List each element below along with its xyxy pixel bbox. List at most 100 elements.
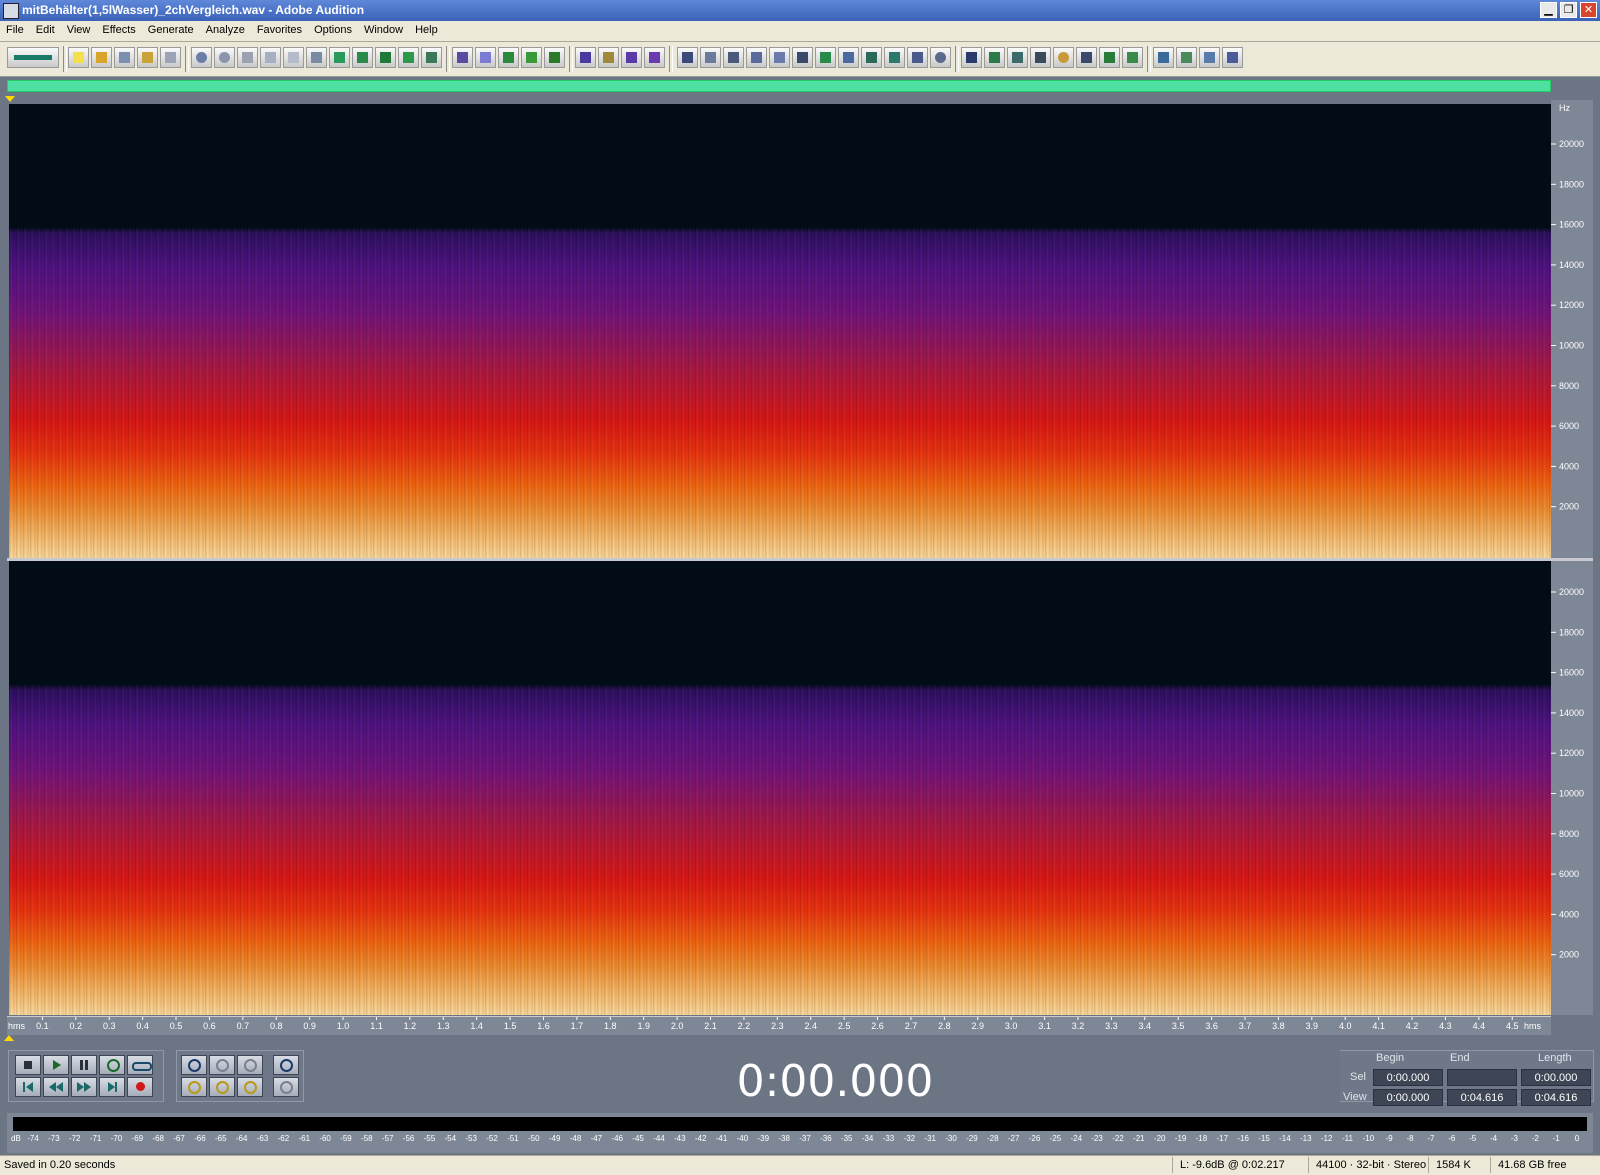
effects-paintbrush-icon[interactable] [621,47,642,68]
zoom-selection-icon[interactable] [421,47,442,68]
minimize-button[interactable]: ▁ [1540,2,1557,18]
copy-icon[interactable] [283,47,304,68]
view-length-field[interactable]: 0:04.616 [1521,1089,1591,1106]
close-button[interactable]: ✕ [1580,2,1597,18]
pause-button[interactable] [71,1055,97,1075]
spectral-phase-icon[interactable] [521,47,542,68]
grid-icon[interactable] [1122,47,1143,68]
app-icon[interactable] [3,3,19,19]
zoom-right-icon[interactable] [209,1077,235,1097]
menu-options[interactable]: Options [308,21,358,36]
cd-icon[interactable] [1053,47,1074,68]
zoom-out-icon[interactable] [209,1055,235,1075]
rewind-button[interactable] [43,1077,69,1097]
mix-paste-icon[interactable] [375,47,396,68]
repeat-icon[interactable] [237,47,258,68]
spectrogram-right-channel[interactable] [9,561,1551,1015]
statistics-icon[interactable] [1007,47,1028,68]
redo-icon[interactable] [214,47,235,68]
spectral-view-icon[interactable] [475,47,496,68]
stop-button[interactable] [15,1055,41,1075]
time-ruler[interactable]: hms hms 0.1 0.2 0.3 0.4 0.5 0.6 0.7 0.8 0.9 1.0 1.1 1… [7,1016,1551,1035]
sel-length-field[interactable]: 0:00.000 [1521,1069,1591,1086]
fast-forward-button[interactable] [71,1077,97,1097]
play-button[interactable] [43,1055,69,1075]
zoom-vertical-out-icon[interactable] [273,1077,299,1097]
stretch-icon[interactable] [792,47,813,68]
meter-unit-label: dB [11,1134,21,1143]
zoom-overview-bar[interactable] [7,80,1551,92]
normalize-icon[interactable] [746,47,767,68]
waveform-view-icon[interactable] [452,47,473,68]
reverse-icon[interactable] [700,47,721,68]
menu-view[interactable]: View [61,21,97,36]
undo-icon[interactable] [191,47,212,68]
paste-icon[interactable] [329,47,350,68]
delay-icon[interactable] [884,47,905,68]
cut-icon[interactable] [306,47,327,68]
go-to-end-button[interactable] [99,1077,125,1097]
paste-new-icon[interactable] [352,47,373,68]
graphic-eq-icon[interactable] [838,47,859,68]
zoom-in-icon[interactable] [181,1055,207,1075]
amplify-icon[interactable] [677,47,698,68]
frequency-view-icon[interactable] [544,47,565,68]
play-to-end-button[interactable] [99,1055,125,1075]
sel-begin-field[interactable]: 0:00.000 [1373,1069,1443,1086]
go-to-start-button[interactable] [15,1077,41,1097]
menu-edit[interactable]: Edit [30,21,61,36]
save-all-icon[interactable] [160,47,181,68]
favorites-icon[interactable] [1199,47,1220,68]
zoom-left-icon[interactable] [181,1077,207,1097]
save-as-icon[interactable] [137,47,158,68]
settings-icon[interactable] [930,47,951,68]
marker-list-icon[interactable] [1099,47,1120,68]
sel-end-field[interactable] [1447,1069,1517,1086]
menu-analyze[interactable]: Analyze [200,21,251,36]
record-button[interactable] [127,1077,153,1097]
view-begin-field[interactable]: 0:00.000 [1373,1089,1443,1106]
preferences-icon[interactable] [1222,47,1243,68]
playhead-marker[interactable] [4,1035,14,1041]
meter-tick-label: -51 [507,1134,519,1143]
menu-effects[interactable]: Effects [96,21,141,36]
maximize-button[interactable]: ❐ [1560,2,1577,18]
meter-tick-label: -6 [1448,1134,1456,1143]
info-icon[interactable] [1030,47,1051,68]
loop-button[interactable] [127,1055,153,1075]
zoom-full-icon[interactable] [237,1055,263,1075]
phase-analysis-icon[interactable] [984,47,1005,68]
trim-icon[interactable] [398,47,419,68]
envelope-icon[interactable] [769,47,790,68]
frequency-analysis-icon[interactable] [961,47,982,68]
copy-new-icon[interactable] [260,47,281,68]
menu-help[interactable]: Help [409,21,444,36]
zoom-selection-button-icon[interactable] [237,1077,263,1097]
silence-icon[interactable] [723,47,744,68]
marquee-tool-icon[interactable] [575,47,596,68]
open-folder-icon[interactable] [91,47,112,68]
time-tick-label: 3.8 [1272,1021,1285,1031]
view-end-field[interactable]: 0:04.616 [1447,1089,1517,1106]
metronome-icon[interactable] [1076,47,1097,68]
fft-filter-icon[interactable] [861,47,882,68]
spectral-pan-icon[interactable] [498,47,519,68]
spot-healing-icon[interactable] [644,47,665,68]
new-file-icon[interactable] [68,47,89,68]
scripts-icon[interactable] [1176,47,1197,68]
noise-reduction-icon[interactable] [815,47,836,68]
lasso-tool-icon[interactable] [598,47,619,68]
pan-icon[interactable] [907,47,928,68]
spectrogram-left-channel[interactable] [9,104,1551,558]
menu-file[interactable]: File [0,21,30,36]
freq-tick-label: 12000 [1559,748,1584,758]
menu-favorites[interactable]: Favorites [251,21,308,36]
meter-tick-label: -74 [27,1134,39,1143]
multitrack-view-button[interactable] [7,47,59,68]
menu-window[interactable]: Window [358,21,409,36]
save-icon[interactable] [114,47,135,68]
zoom-vertical-in-icon[interactable] [273,1055,299,1075]
batch-icon[interactable] [1153,47,1174,68]
start-marker[interactable] [5,96,15,102]
menu-generate[interactable]: Generate [142,21,200,36]
